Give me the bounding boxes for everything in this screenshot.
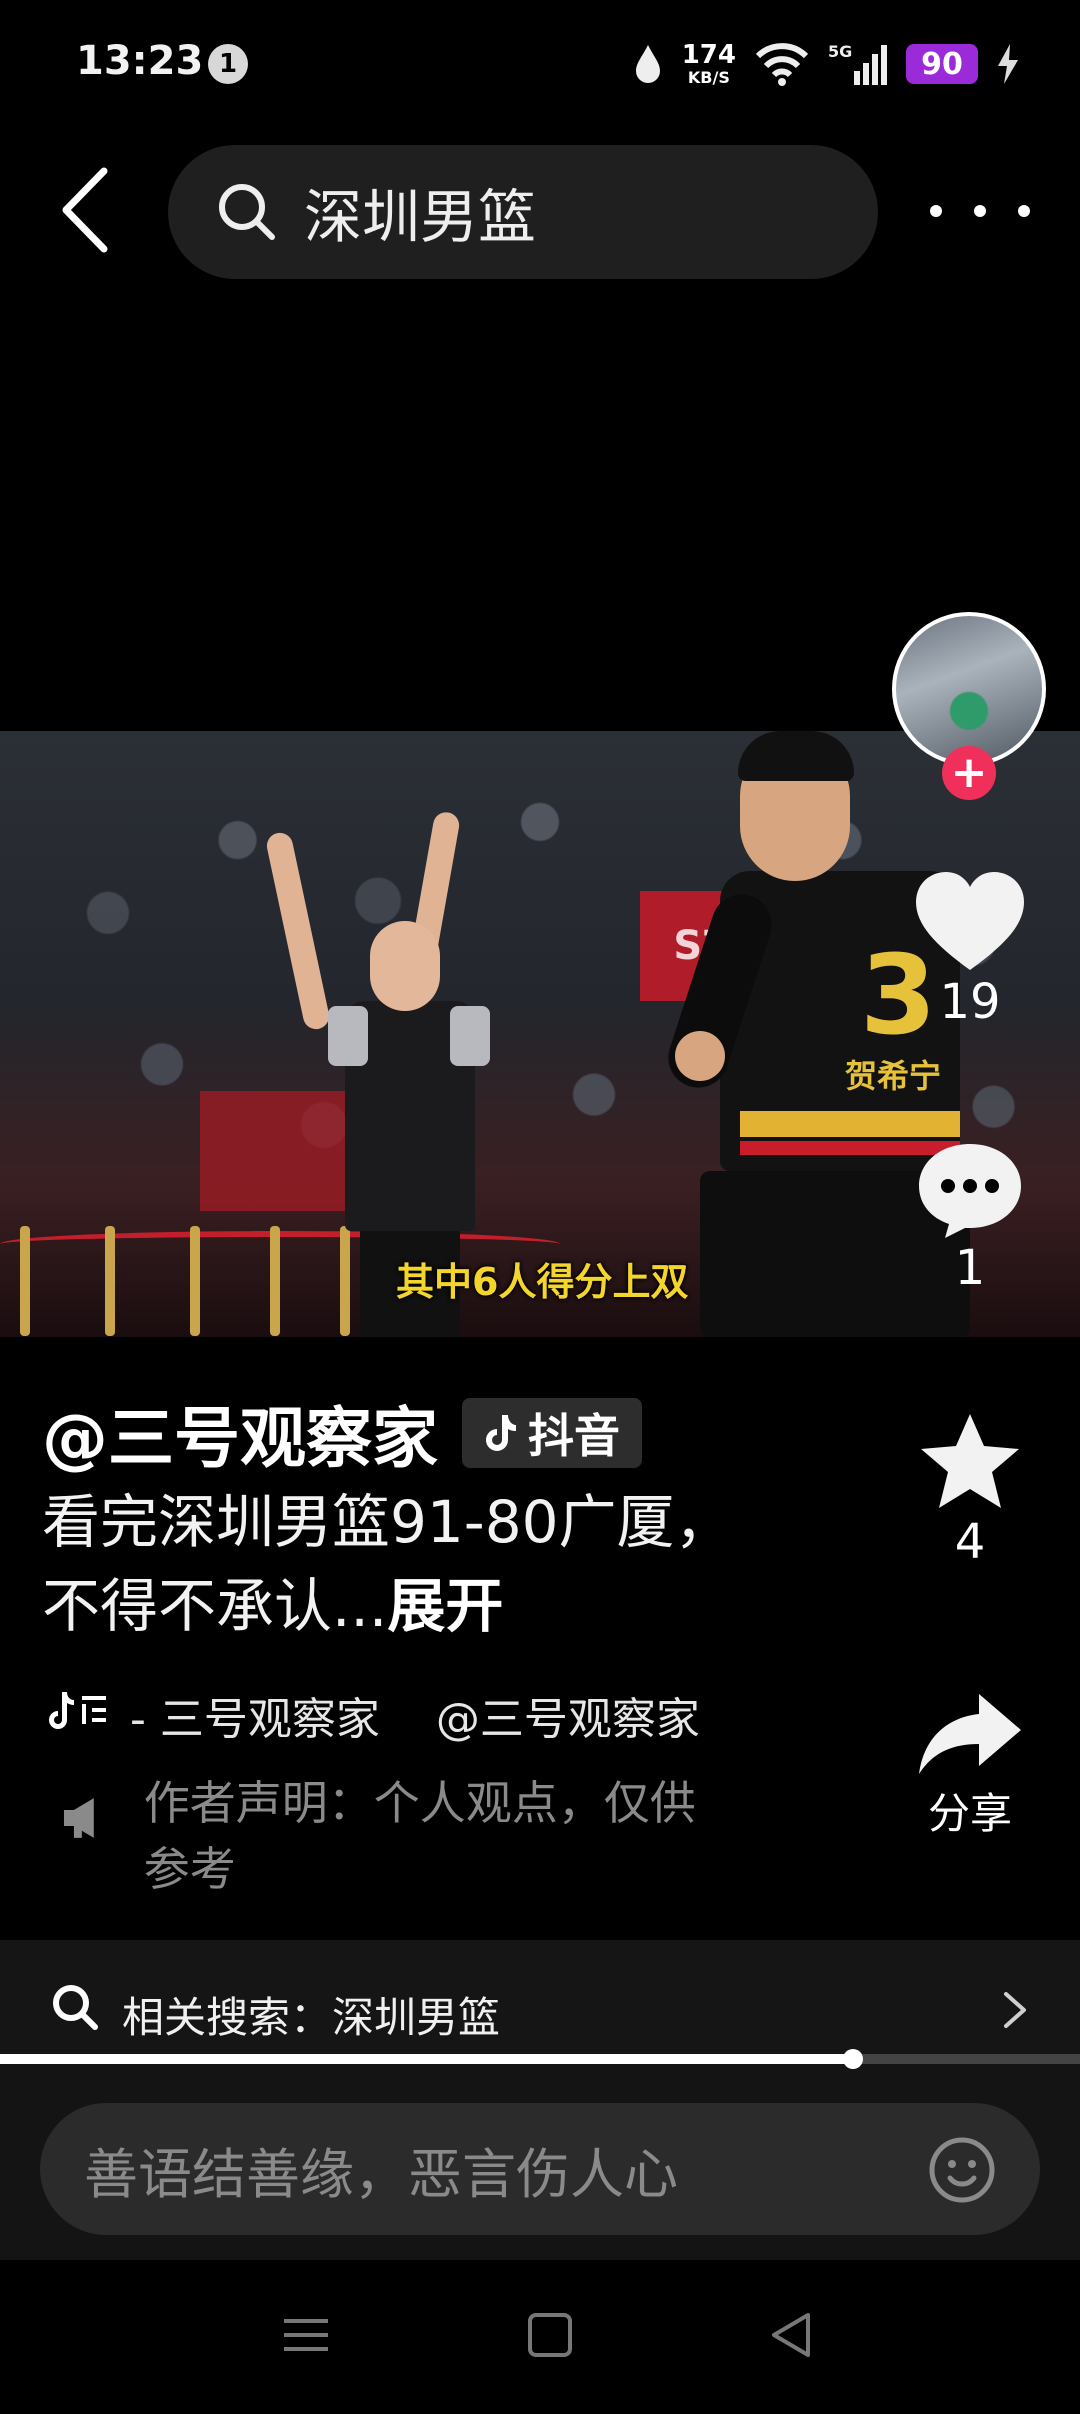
- network-speed-unit: KB/S: [687, 68, 730, 87]
- network-speed: 174 KB/S: [682, 42, 736, 86]
- network-speed-value: 174: [681, 40, 736, 70]
- author-row: @三号观察家 抖音: [42, 1385, 642, 1481]
- status-bar: 13:23 1 174 KB/S 5G 90: [0, 0, 1080, 130]
- music-row[interactable]: - 三号观察家 @三号观察家: [46, 1680, 716, 1750]
- referee-sleeve: [450, 1006, 490, 1066]
- heart-icon: [916, 872, 1024, 970]
- search-query: 深圳男篮: [304, 183, 537, 251]
- rope-post: [105, 1226, 115, 1336]
- author-statement: 作者声明：个人观点，仅供参考: [60, 1770, 740, 1902]
- author-avatar[interactable]: [892, 612, 1046, 766]
- video-progress-fill: [0, 2054, 854, 2064]
- follow-button[interactable]: +: [942, 746, 996, 800]
- home-square-icon[interactable]: [520, 2305, 580, 2365]
- music-mention: @三号观察家: [435, 1694, 700, 1745]
- charging-bolt-icon: [998, 44, 1018, 84]
- like-button[interactable]: 19: [890, 870, 1050, 1030]
- more-options-button[interactable]: [930, 176, 1030, 246]
- jersey-stripe: [740, 1111, 960, 1137]
- comment-count: 1: [954, 1240, 986, 1296]
- related-search-label: 相关搜索：深圳男篮: [122, 1993, 501, 2042]
- player-hand: [675, 1031, 725, 1081]
- share-button[interactable]: 分享: [890, 1690, 1050, 1841]
- search-icon: [53, 1985, 98, 2030]
- video-subtitle: 其中6人得分上双: [396, 1260, 689, 1304]
- search-bar[interactable]: 深圳男篮: [168, 145, 878, 279]
- menu-icon[interactable]: [276, 2305, 336, 2365]
- comment-input[interactable]: 善语结善缘，恶言伤人心: [40, 2103, 1040, 2235]
- comment-bubble-icon: [919, 1144, 1021, 1238]
- share-arrow-icon: [919, 1694, 1021, 1774]
- more-dot-icon: [1018, 205, 1030, 217]
- jersey-name: 贺希宁: [845, 1057, 942, 1095]
- referee-head: [370, 921, 440, 1011]
- favorite-button[interactable]: 4: [890, 1410, 1050, 1570]
- music-title: - 三号观察家: [130, 1694, 380, 1745]
- wifi-icon: [755, 43, 809, 86]
- rope-post: [270, 1226, 280, 1336]
- megaphone-icon: [63, 1798, 94, 1838]
- statement-text: 作者声明：个人观点，仅供参考: [143, 1776, 696, 1896]
- status-icons: 174 KB/S 5G 90: [632, 34, 1020, 94]
- author-name[interactable]: @三号观察家: [42, 1385, 438, 1481]
- comment-button[interactable]: 1: [890, 1140, 1050, 1296]
- star-icon: [921, 1414, 1019, 1508]
- player-hair: [738, 731, 854, 781]
- emoji-icon[interactable]: [928, 2136, 996, 2204]
- favorite-count: 4: [954, 1514, 986, 1570]
- more-dot-icon: [930, 205, 942, 217]
- more-dot-icon: [974, 205, 986, 217]
- status-time: 13:23: [76, 38, 204, 84]
- rope-post: [20, 1226, 30, 1336]
- douyin-badge-label: 抖音: [528, 1409, 620, 1463]
- chevron-right-icon: [1004, 1992, 1026, 2028]
- douyin-logo-icon: [486, 1415, 516, 1451]
- system-navigation-bar: [0, 2260, 1080, 2414]
- referee-sleeve: [328, 1006, 368, 1066]
- douyin-badge: 抖音: [462, 1398, 642, 1468]
- back-triangle-icon[interactable]: [762, 2305, 822, 2365]
- expand-button[interactable]: 展开: [387, 1572, 503, 1640]
- rope-post: [190, 1226, 200, 1336]
- back-button[interactable]: [50, 160, 120, 260]
- battery-indicator: 90: [906, 44, 978, 84]
- notification-badge: 1: [208, 44, 248, 84]
- like-count: 19: [939, 974, 1001, 1030]
- share-label: 分享: [927, 1789, 1012, 1838]
- plus-icon: +: [950, 747, 988, 798]
- related-search-bar[interactable]: 相关搜索：深圳男篮: [0, 1940, 1080, 2070]
- comment-placeholder: 善语结善缘，恶言伤人心: [84, 2142, 678, 2206]
- original-sound-icon: [49, 1692, 106, 1729]
- water-drop-icon: [635, 45, 660, 83]
- post-description: 看完深圳男篮91-80广厦，不得不承认...展开: [42, 1480, 762, 1648]
- cellular-signal-icon: 5G: [828, 42, 887, 85]
- chevron-left-icon: [62, 167, 108, 253]
- svg-text:5G: 5G: [828, 42, 852, 61]
- search-icon: [219, 184, 275, 240]
